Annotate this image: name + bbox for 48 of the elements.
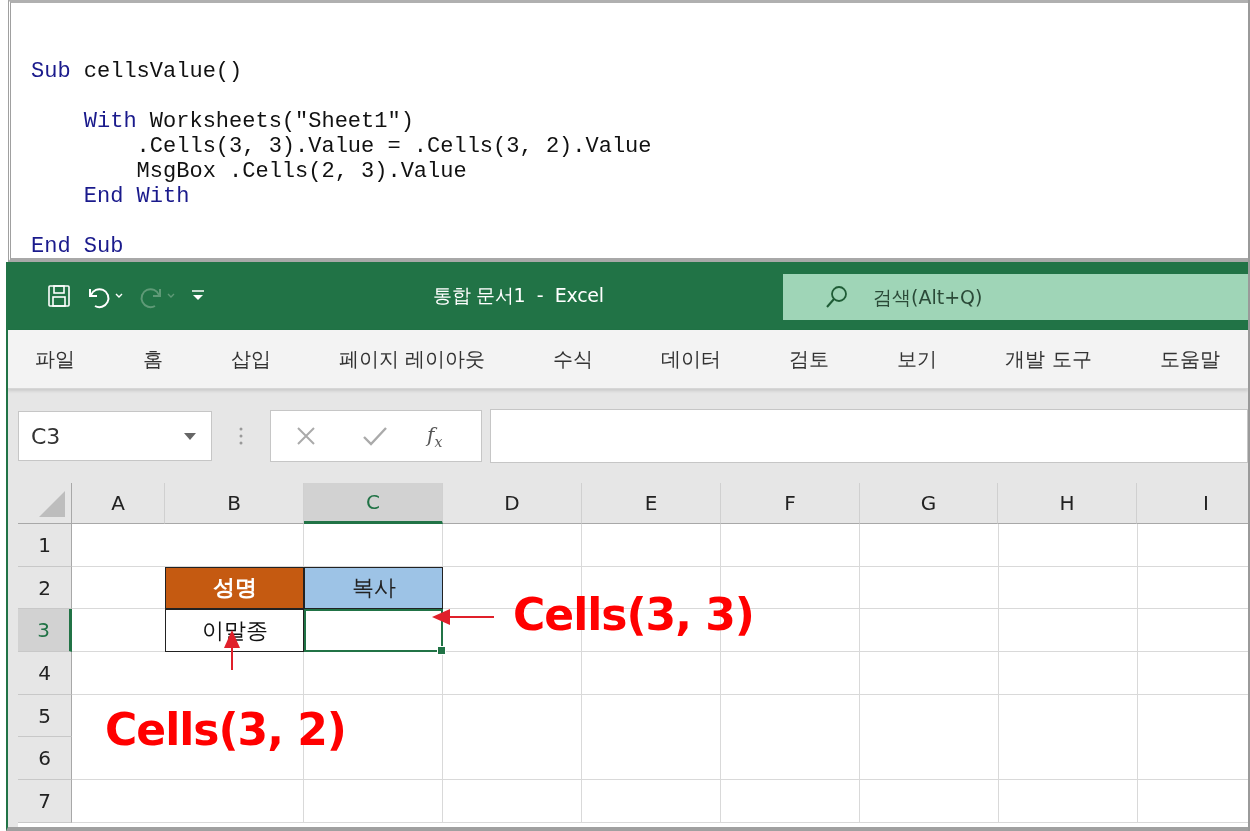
- arrow: [432, 607, 496, 627]
- code-line: MsgBox .Cells(2, 3).Value: [135, 159, 468, 184]
- ribbon-tab[interactable]: 데이터: [661, 345, 722, 373]
- code-line: .Cells(3, 3).Value = .Cells(3, 2).Value: [135, 134, 653, 159]
- column-header[interactable]: E: [582, 483, 721, 524]
- ribbon-tab[interactable]: 페이지 레이아웃: [339, 345, 486, 373]
- column-header[interactable]: G: [860, 483, 998, 524]
- ribbon-tab[interactable]: 파일: [35, 345, 75, 373]
- window-title: 통합 문서1 - Excel: [433, 283, 605, 308]
- ribbon-tab[interactable]: 홈: [143, 345, 163, 373]
- active-cell[interactable]: [304, 609, 443, 653]
- ribbon-tab[interactable]: 개발 도구: [1005, 345, 1092, 373]
- row-header[interactable]: 4: [18, 652, 72, 695]
- code-line: Sub cellsValue(): [31, 59, 244, 84]
- column-header[interactable]: F: [721, 483, 860, 524]
- check-icon[interactable]: [362, 425, 388, 447]
- code-line: End Sub: [31, 234, 125, 258]
- table-header-cell[interactable]: 성명: [165, 566, 304, 610]
- annotation-label: Cells(3, 2): [105, 704, 346, 755]
- name-box[interactable]: C3: [18, 411, 212, 461]
- ribbon-tab[interactable]: 수식: [553, 345, 594, 373]
- formula-input-field[interactable]: [490, 409, 1248, 463]
- grip-dots-icon: [238, 426, 244, 446]
- row-header[interactable]: 5: [18, 694, 72, 738]
- table-header-cell[interactable]: 복사: [304, 566, 443, 610]
- insert-function-button[interactable]: f$_{x}$: [427, 422, 443, 450]
- column-header[interactable]: I: [1137, 483, 1248, 524]
- annotation-label: Cells(3, 3): [513, 589, 754, 640]
- ribbon-tab[interactable]: 삽입: [231, 345, 271, 373]
- code-line: End With: [82, 184, 191, 209]
- row-header[interactable]: 3: [18, 609, 72, 653]
- ribbon-tab[interactable]: 검토: [789, 345, 830, 373]
- ribbon-tab[interactable]: 보기: [897, 345, 938, 373]
- column-header[interactable]: A: [72, 483, 165, 524]
- row-header[interactable]: 6: [18, 737, 72, 781]
- dropdown-caret-icon[interactable]: [183, 431, 197, 441]
- save-icon[interactable]: [46, 283, 72, 309]
- row-header[interactable]: 7: [18, 780, 72, 823]
- search-field[interactable]: 검색(Alt+Q): [873, 286, 1033, 308]
- column-header[interactable]: B: [165, 483, 304, 524]
- column-header[interactable]: D: [443, 483, 582, 524]
- column-header[interactable]: C: [304, 483, 443, 524]
- fill-handle[interactable]: [437, 646, 446, 656]
- ribbon-tab[interactable]: 도움말: [1159, 345, 1220, 373]
- row-header[interactable]: 1: [18, 524, 72, 567]
- column-header[interactable]: H: [998, 483, 1137, 524]
- code-line: With Worksheets("Sheet1"): [82, 109, 415, 134]
- row-header[interactable]: 2: [18, 566, 72, 610]
